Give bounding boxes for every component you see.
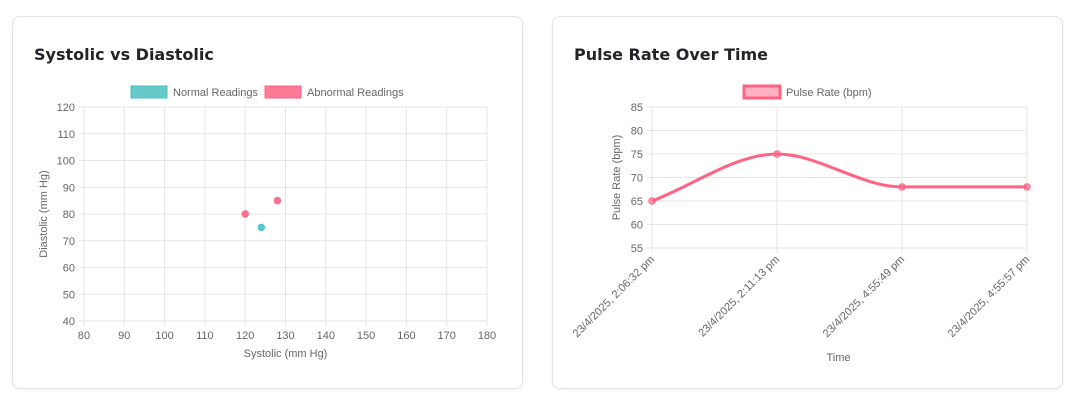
x-tick-label: 120 [236,330,254,342]
y-tick-label: 100 [57,156,75,168]
data-point [241,210,249,218]
scatter-chart: 80 90 100 110 120 130 140 150 160 170 180 40 50 60 70 8… [38,85,496,360]
x-tick-label: 100 [155,330,173,342]
line-chart: 55 60 65 70 75 80 85 23/4/2025, 2:06:32 pm 23/4/… [571,84,1032,364]
legend-label: Normal Readings [173,87,258,99]
y-tick-label: 60 [631,220,643,232]
x-tick-label: 130 [276,330,294,342]
x-tick-label: 23/4/2025, 4:55:49 pm [821,254,907,340]
y-tick-label: 70 [63,236,75,248]
y-tick-label: 120 [57,102,75,114]
y-tick-label: 75 [631,149,643,161]
y-tick-label: 70 [631,173,643,185]
systolic-diastolic-card: Systolic vs Diastolic 80 90 100 110 120 130 14… [12,16,523,389]
x-tick-label: 170 [438,330,456,342]
y-tick-label: 80 [63,209,75,221]
x-tick-label: 23/4/2025, 2:06:32 pm [571,254,657,340]
x-axis-title: Systolic (mm Hg) [244,348,328,360]
pulse-rate-card: Pulse Rate Over Time 55 60 65 70 75 80 85 23/4/… [552,16,1063,389]
x-tick-label: 180 [478,330,496,342]
x-tick-label: 160 [397,330,415,342]
y-tick-label: 110 [57,129,75,141]
legend-swatch-abnormal [264,85,302,99]
y-axis-title: Diastolic (mm Hg) [38,170,50,257]
legend-swatch-pulse [742,84,782,100]
data-point [273,196,282,205]
y-tick-label: 50 [63,289,75,301]
y-tick-label: 90 [63,182,75,194]
x-tick-label: 140 [317,330,335,342]
x-tick-label: 23/4/2025, 2:11:13 pm [696,254,782,340]
x-axis-title: Time [826,352,850,364]
x-tick-label: 80 [78,330,90,342]
x-tick-label: 23/4/2025, 4:55:57 pm [946,254,1032,340]
data-point [898,183,906,191]
y-tick-label: 85 [631,102,643,114]
x-tick-label: 90 [118,330,130,342]
legend-label: Abnormal Readings [307,87,404,99]
y-tick-label: 65 [631,196,643,208]
x-tick-label: 110 [196,330,214,342]
data-point [773,150,781,158]
y-axis-title: Pulse Rate (bpm) [611,135,623,221]
y-tick-label: 80 [631,126,643,138]
y-tick-label: 60 [63,263,75,275]
y-tick-label: 40 [63,316,75,328]
y-tick-label: 55 [631,243,643,255]
legend-swatch-normal [130,85,168,99]
x-tick-label: 150 [357,330,375,342]
data-point [1023,183,1031,191]
data-point [648,197,656,205]
data-point [257,223,266,232]
legend-label: Pulse Rate (bpm) [786,87,872,99]
